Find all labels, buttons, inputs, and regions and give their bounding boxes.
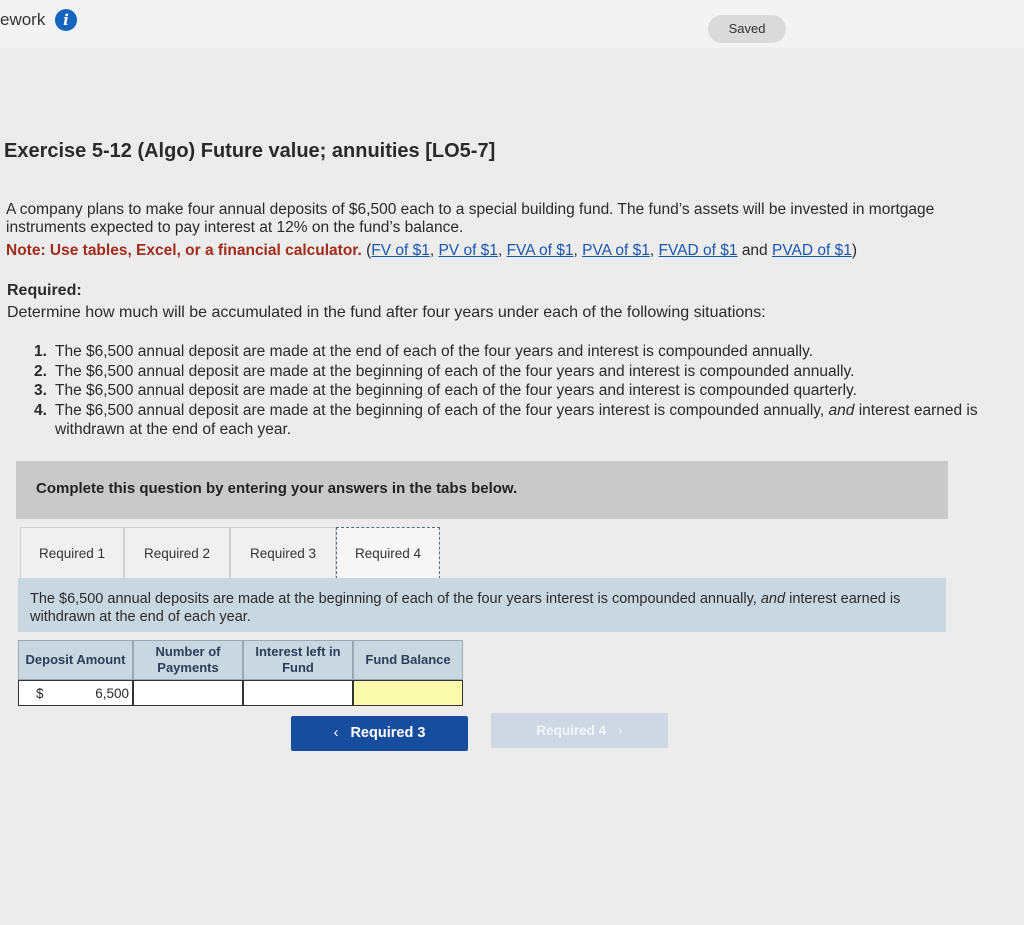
interest-left-input[interactable] [243,680,353,706]
list-item: 3. The $6,500 annual deposit are made at… [34,382,857,399]
note-line: Note: Use tables, Excel, or a financial … [6,242,858,259]
link-pvad[interactable]: PVAD of $1 [772,242,852,259]
situations-list: 1. The $6,500 annual deposit are made at… [34,342,1024,440]
column-header-interest: Interest left in Fund [243,640,353,680]
link-pva[interactable]: PVA of $1 [582,242,650,259]
required-label: Required: [7,282,82,299]
link-pv[interactable]: PV of $1 [438,242,497,259]
tab-required-1[interactable]: Required 1 [20,527,124,579]
note-label: Note: Use tables, Excel, or a financial … [6,242,362,259]
required-text: Determine how much will be accumulated i… [7,304,766,321]
currency-symbol: $ [36,686,44,701]
top-bar: ework i Saved [0,0,1024,48]
previous-required-button[interactable]: ‹ Required 3 [291,716,468,751]
link-fva[interactable]: FVA of $1 [507,242,574,259]
tab-required-3[interactable]: Required 3 [230,527,336,579]
number-of-payments-input[interactable] [133,680,243,706]
link-fv[interactable]: FV of $1 [371,242,430,259]
chevron-left-icon: ‹ [333,725,339,741]
saved-status-badge: Saved [708,15,786,43]
deposit-amount-cell: $ 6,500 [18,680,133,706]
list-item: 2. The $6,500 annual deposit are made at… [34,362,855,380]
column-header-payments: Number of Payments [133,640,243,680]
list-item: 4. The $6,500 annual deposit are made at… [34,401,978,439]
brand-title: ework [0,10,46,29]
question-paragraph: A company plans to make four annual depo… [6,201,935,236]
chevron-right-icon: › [618,723,623,738]
exercise-title: Exercise 5-12 (Algo) Future value; annui… [4,140,496,162]
info-icon[interactable]: i [55,9,77,31]
next-required-button[interactable]: Required 4 › [491,713,668,748]
deposit-amount-value: 6,500 [95,686,129,701]
fund-balance-input[interactable] [353,680,463,706]
tab-description: The $6,500 annual deposits are made at t… [18,578,946,632]
list-item: 1. The $6,500 annual deposit are made at… [34,343,814,360]
instructions-banner: Complete this question by entering your … [16,461,948,519]
tab-required-2[interactable]: Required 2 [124,527,230,579]
banner-text: Complete this question by entering your … [36,480,518,497]
column-header-fund-balance: Fund Balance [353,640,463,680]
and-text: and [741,242,768,259]
tab-required-4[interactable]: Required 4 [336,527,440,579]
link-fvad[interactable]: FVAD of $1 [659,242,738,259]
column-header-deposit: Deposit Amount [18,640,133,680]
